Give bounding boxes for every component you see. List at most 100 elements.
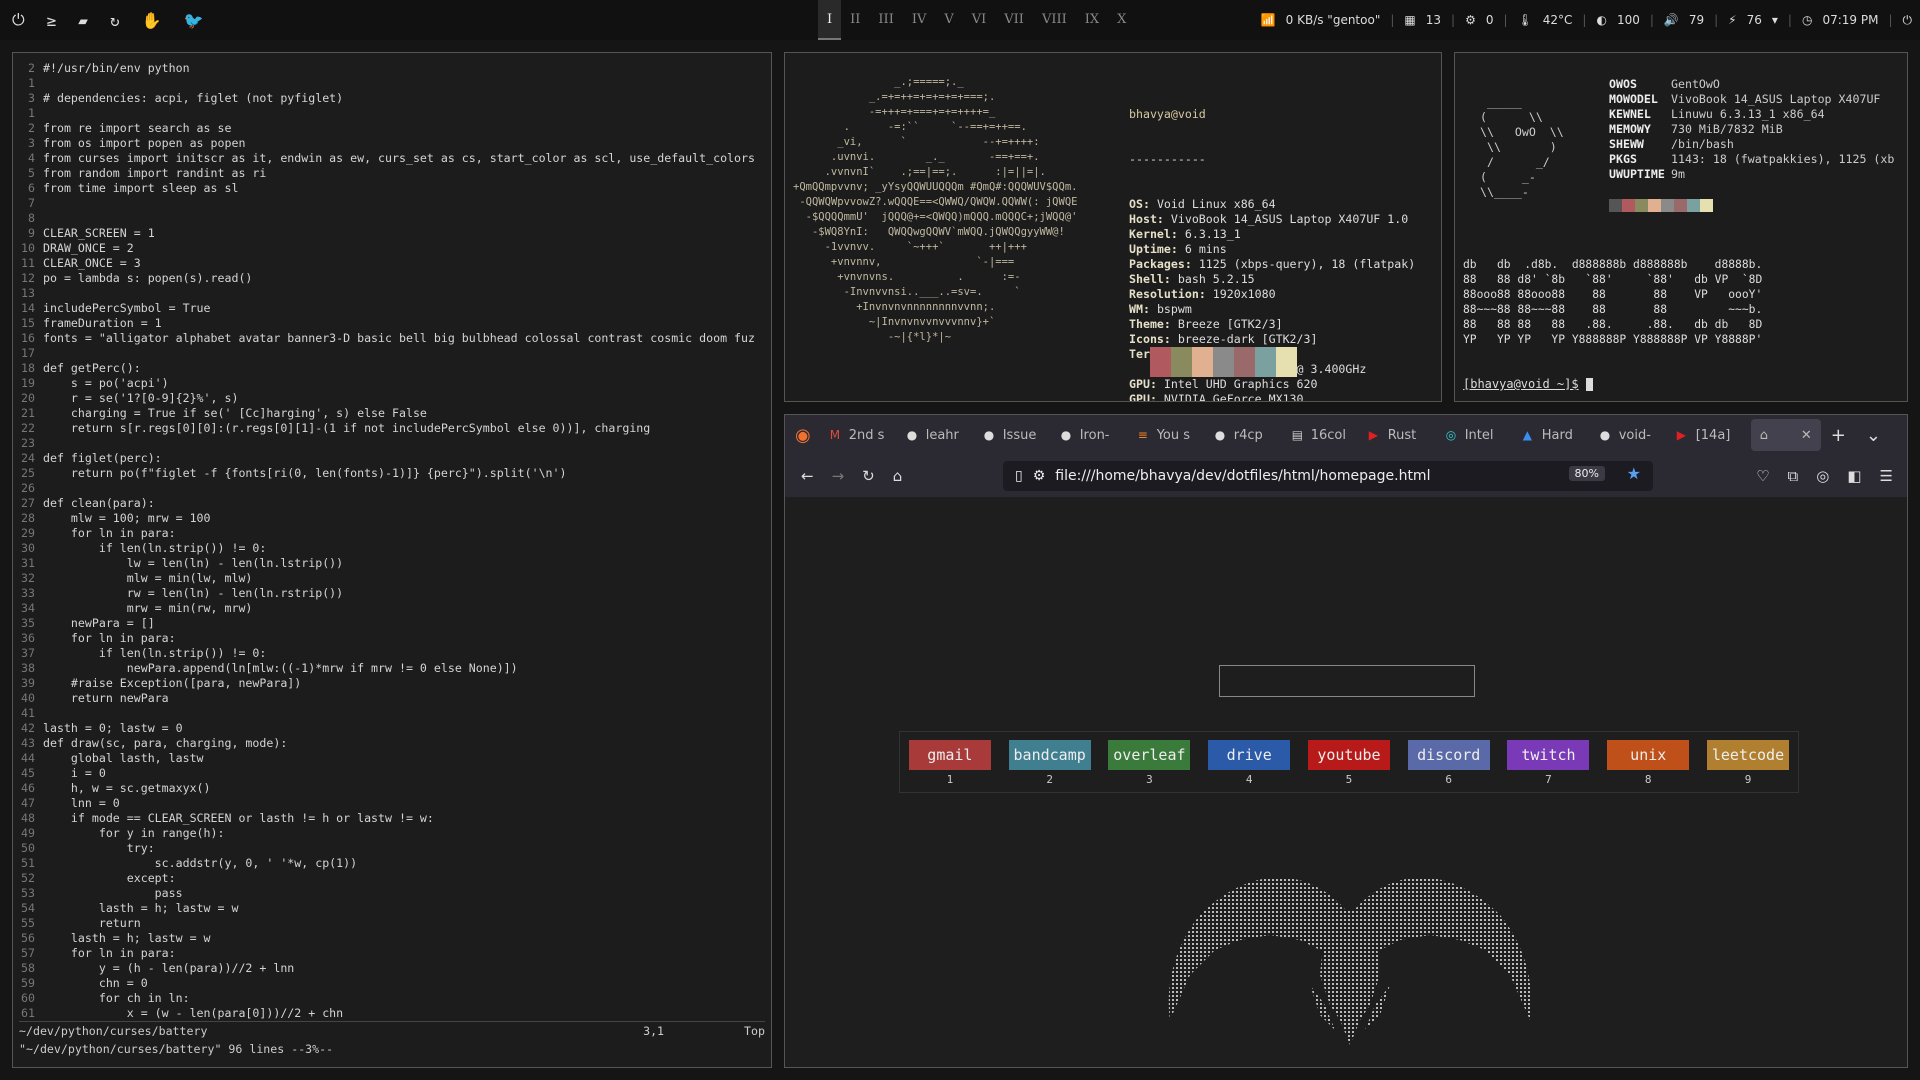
tab-list-icon[interactable]: ⌄ — [1856, 425, 1891, 446]
code-line[interactable]: 1 — [13, 106, 771, 121]
firefox-icon[interactable]: ◉ — [785, 425, 821, 446]
code-line[interactable]: 37 if len(ln.strip()) != 0: — [13, 646, 771, 661]
chevron-down-icon[interactable]: ▾ — [1772, 13, 1778, 27]
browser-tab[interactable]: ● Issue — [975, 428, 1052, 443]
code-line[interactable]: 2 #!/usr/bin/env python — [13, 61, 771, 76]
code-line[interactable]: 54 lasth = h; lastw = w — [13, 901, 771, 916]
code-line[interactable]: 23 — [13, 436, 771, 451]
link-gmail[interactable]: gmail 1 — [908, 740, 991, 792]
code-line[interactable]: 5 from random import randint as ri — [13, 166, 771, 181]
code-line[interactable]: 22 return s[r.regs[0][0]:(r.regs[0][1]-(… — [13, 421, 771, 436]
shell-prompt[interactable]: [bhavya@void ~]$ — [1463, 377, 1593, 391]
code-line[interactable]: 61 x = (w - len(para[0]))//2 + chn — [13, 1006, 771, 1021]
link-unix[interactable]: unix 8 — [1607, 740, 1690, 792]
code-line[interactable]: 46 h, w = sc.getmaxyx() — [13, 781, 771, 796]
folder-icon[interactable]: ▰ — [78, 11, 88, 30]
active-tab[interactable]: ⌂ ✕ — [1750, 419, 1821, 451]
workspace-10[interactable]: X — [1108, 0, 1135, 40]
link-button[interactable]: leetcode — [1707, 740, 1789, 770]
power-off-icon[interactable]: ⏻ — [1903, 13, 1913, 28]
browser-tab[interactable]: ● Iron- — [1052, 428, 1129, 443]
code-line[interactable]: 2 from re import search as se — [13, 121, 771, 136]
hand-icon[interactable]: ✋ — [142, 11, 162, 30]
code-line[interactable]: 4 from curses import initscr as it, endwi… — [13, 151, 771, 166]
link-button[interactable]: bandcamp — [1008, 740, 1091, 770]
forward-icon[interactable]: → — [832, 467, 845, 485]
code-line[interactable]: 34 mrw = min(rw, mrw) — [13, 601, 771, 616]
link-youtube[interactable]: youtube 5 — [1307, 740, 1390, 792]
pocket-icon[interactable]: ♡ — [1756, 467, 1769, 485]
vim-editor[interactable]: 2 #!/usr/bin/env python 1 3 # dependencies: … — [12, 52, 772, 1068]
workspace-1[interactable]: I — [818, 0, 842, 40]
workspace-6[interactable]: VI — [963, 0, 996, 40]
search-input[interactable] — [1219, 665, 1475, 697]
code-line[interactable]: 33 rw = len(ln) - len(ln.rstrip()) — [13, 586, 771, 601]
code-line[interactable]: 36 for ln in para: — [13, 631, 771, 646]
workspace-4[interactable]: IV — [903, 0, 936, 40]
code-line[interactable]: 16 fonts = "alligator alphabet avatar ban… — [13, 331, 771, 346]
code-line[interactable]: 11 CLEAR_ONCE = 3 — [13, 256, 771, 271]
code-line[interactable]: 15 frameDuration = 1 — [13, 316, 771, 331]
code-line[interactable]: 31 lw = len(ln) - len(ln.lstrip()) — [13, 556, 771, 571]
code-line[interactable]: 51 sc.addstr(y, 0, ' '*w, cp(1)) — [13, 856, 771, 871]
link-drive[interactable]: drive 4 — [1208, 740, 1291, 792]
browser-tab[interactable]: ◎ Intel — [1437, 428, 1514, 443]
code-line[interactable]: 43 def draw(sc, para, charging, mode): — [13, 736, 771, 751]
code-line[interactable]: 12 po = lambda s: popen(s).read() — [13, 271, 771, 286]
link-leetcode[interactable]: leetcode 9 — [1707, 740, 1789, 792]
code-line[interactable]: 35 newPara = [] — [13, 616, 771, 631]
code-line[interactable]: 30 if len(ln.strip()) != 0: — [13, 541, 771, 556]
zoom-level[interactable]: 80% — [1568, 466, 1605, 481]
refresh-icon[interactable]: ↻ — [110, 11, 120, 30]
code-line[interactable]: 41 — [13, 706, 771, 721]
browser-tab[interactable]: ● leahr — [898, 428, 975, 443]
code-line[interactable]: 25 return po(f"figlet -f {fonts[ri(0, le… — [13, 466, 771, 481]
profile-icon[interactable]: ◧ — [1847, 467, 1861, 485]
workspace-9[interactable]: IX — [1076, 0, 1108, 40]
code-line[interactable]: 6 from time import sleep as sl — [13, 181, 771, 196]
code-line[interactable]: 26 — [13, 481, 771, 496]
code-line[interactable]: 53 pass — [13, 886, 771, 901]
bird-icon[interactable]: 🐦 — [184, 11, 204, 30]
link-bandcamp[interactable]: bandcamp 2 — [1008, 740, 1091, 792]
code-line[interactable]: 44 global lasth, lastw — [13, 751, 771, 766]
code-area[interactable]: 2 #!/usr/bin/env python 1 3 # dependencies: … — [13, 61, 771, 1021]
code-line[interactable]: 39 #raise Exception([para, newPara]) — [13, 676, 771, 691]
link-overleaf[interactable]: overleaf 3 — [1108, 740, 1191, 792]
code-line[interactable]: 47 lnn = 0 — [13, 796, 771, 811]
bookmark-star-icon[interactable]: ★ — [1627, 464, 1641, 483]
workspace-2[interactable]: II — [841, 0, 869, 40]
code-line[interactable]: 1 — [13, 76, 771, 91]
firefox-window[interactable]: ◉ M 2nd s ● leahr ● Issue ● Iron- ≡ You s ● r4cp ▤ 16… — [784, 414, 1908, 1068]
code-line[interactable]: 8 — [13, 211, 771, 226]
link-button[interactable]: discord — [1407, 740, 1490, 770]
browser-tab[interactable]: ▤ 16col — [1283, 428, 1360, 443]
code-line[interactable]: 40 return newPara — [13, 691, 771, 706]
code-line[interactable]: 32 mlw = min(lw, mlw) — [13, 571, 771, 586]
browser-tab[interactable]: ● void- — [1591, 428, 1668, 443]
power-icon[interactable]: ⏻ — [12, 10, 25, 30]
url-text[interactable]: file:///home/bhavya/dev/dotfiles/html/ho… — [1055, 468, 1430, 484]
code-line[interactable]: 42 lasth = 0; lastw = 0 — [13, 721, 771, 736]
link-button[interactable]: unix — [1607, 740, 1690, 770]
code-line[interactable]: 20 r = se('1?[0-9]{2}%', s) — [13, 391, 771, 406]
code-line[interactable]: 58 y = (h - len(para))//2 + lnn — [13, 961, 771, 976]
owofetch-terminal[interactable]: _____ ( \\ \\ OwO \\ \\ ) / _/ ( _- \\__… — [1454, 52, 1908, 402]
link-button[interactable]: twitch — [1507, 740, 1590, 770]
reader-icon[interactable]: ◎ — [1816, 467, 1829, 485]
code-line[interactable]: 27 def clean(para): — [13, 496, 771, 511]
code-line[interactable]: 45 i = 0 — [13, 766, 771, 781]
menu-icon[interactable]: ☰ — [1880, 467, 1893, 485]
code-line[interactable]: 59 chn = 0 — [13, 976, 771, 991]
volume-icon[interactable]: 🔊 — [1664, 13, 1679, 27]
code-line[interactable]: 29 for ln in para: — [13, 526, 771, 541]
code-line[interactable]: 13 — [13, 286, 771, 301]
browser-tab[interactable]: ▲ Hard — [1514, 428, 1591, 443]
code-line[interactable]: 28 mlw = 100; mrw = 100 — [13, 511, 771, 526]
code-line[interactable]: 57 for ln in para: — [13, 946, 771, 961]
code-line[interactable]: 7 — [13, 196, 771, 211]
workspace-7[interactable]: VII — [995, 0, 1033, 40]
home-icon[interactable]: ⌂ — [893, 467, 903, 485]
code-line[interactable]: 10 DRAW_ONCE = 2 — [13, 241, 771, 256]
browser-tab[interactable]: ≡ You s — [1129, 428, 1206, 443]
